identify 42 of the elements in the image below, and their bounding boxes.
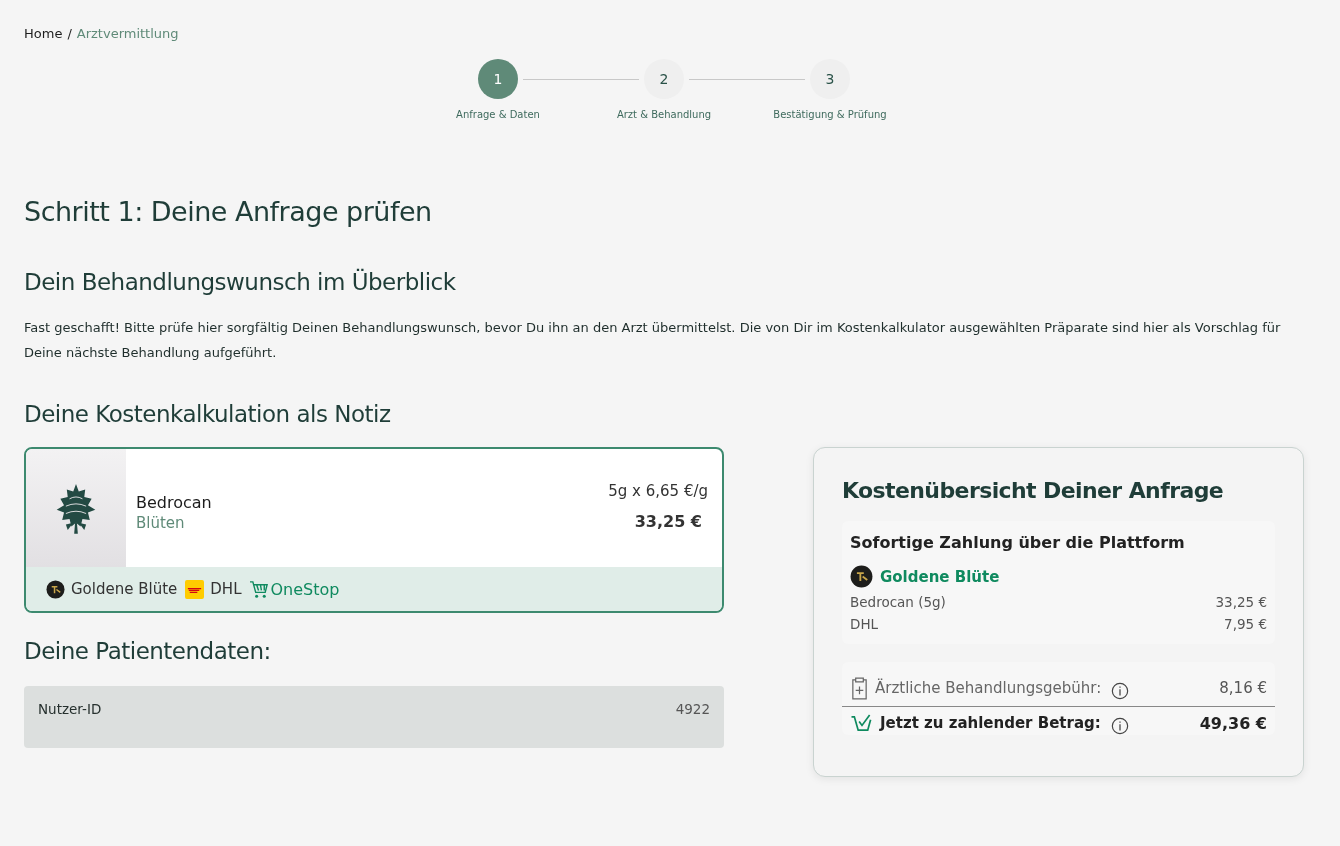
info-icon[interactable]	[1110, 717, 1129, 735]
step-label: Arzt & Behandlung	[616, 109, 712, 120]
panel-title: Kostenübersicht Deiner Anfrage	[842, 478, 1225, 503]
line-label: Bedrocan (5g)	[850, 594, 946, 610]
fee-amount: 8,16 €	[1219, 679, 1267, 697]
step-number[interactable]: 3	[810, 59, 850, 99]
step-label: Bestätigung & Prüfung	[773, 109, 887, 120]
section-title: Deine Patientendaten:	[24, 638, 272, 664]
shipping-name: DHL	[210, 580, 242, 598]
pharmacy-logo-icon	[46, 579, 65, 599]
section-title: Dein Behandlungswunsch im Überblick	[24, 269, 457, 295]
step-label: Anfrage & Daten	[456, 109, 540, 120]
box-title: Sofortige Zahlung über die Plattform	[850, 533, 1186, 552]
product-name: Bedrocan	[136, 492, 213, 512]
cart-icon	[249, 579, 271, 599]
intro-text: Fast geschafft! Bitte prüfe hier sorgfältig Deinen Behandlungswunsch, bevor Du ihn an den Arzt übermittelst. Die von Dir im Kostenkalkulator ausgewählten Präparate sind hier als Vorschlag für Deine nächste Behandlung aufgeführt.	[24, 319, 1282, 362]
product-total: 33,25 €	[634, 512, 702, 531]
total-amount: 49,36 €	[1199, 713, 1267, 733]
page-title: Schritt 1: Deine Anfrage prüfen	[24, 196, 433, 227]
total-label: Jetzt zu zahlender Betrag:	[880, 714, 1101, 732]
shipping-icon	[185, 579, 205, 599]
line-amount: 33,25 €	[1215, 594, 1267, 610]
section-title: Deine Kostenkalkulation als Notiz	[24, 401, 392, 427]
pharmacy-logo-icon	[850, 565, 873, 588]
pharmacy-name: Goldene Blüte	[71, 580, 178, 598]
line-amount: 7,95 €	[1224, 616, 1267, 632]
cart-check-icon	[850, 712, 874, 734]
product-category: Blüten	[136, 513, 186, 532]
marketplace-name: OneStop	[270, 579, 340, 599]
info-icon[interactable]	[1111, 682, 1130, 700]
breadcrumb-link[interactable]: Arztvermittlung	[76, 25, 179, 41]
breadcrumb-link[interactable]: Home	[24, 25, 63, 41]
clipboard-plus-icon	[850, 676, 869, 700]
step-number[interactable]: 2	[644, 59, 684, 99]
line-label: DHL	[850, 616, 879, 632]
field-value: 4922	[675, 701, 710, 719]
pharmacy-name: Goldene Blüte	[880, 567, 1000, 586]
step-number[interactable]: 1	[478, 59, 518, 99]
fee-label: Ärztliche Behandlungsgebühr:	[875, 679, 1102, 697]
breadcrumb-separator: /	[67, 25, 72, 41]
field-label: Nutzer-ID	[38, 701, 102, 719]
quantity-price: 5g x 6,65 €/g	[608, 482, 708, 500]
